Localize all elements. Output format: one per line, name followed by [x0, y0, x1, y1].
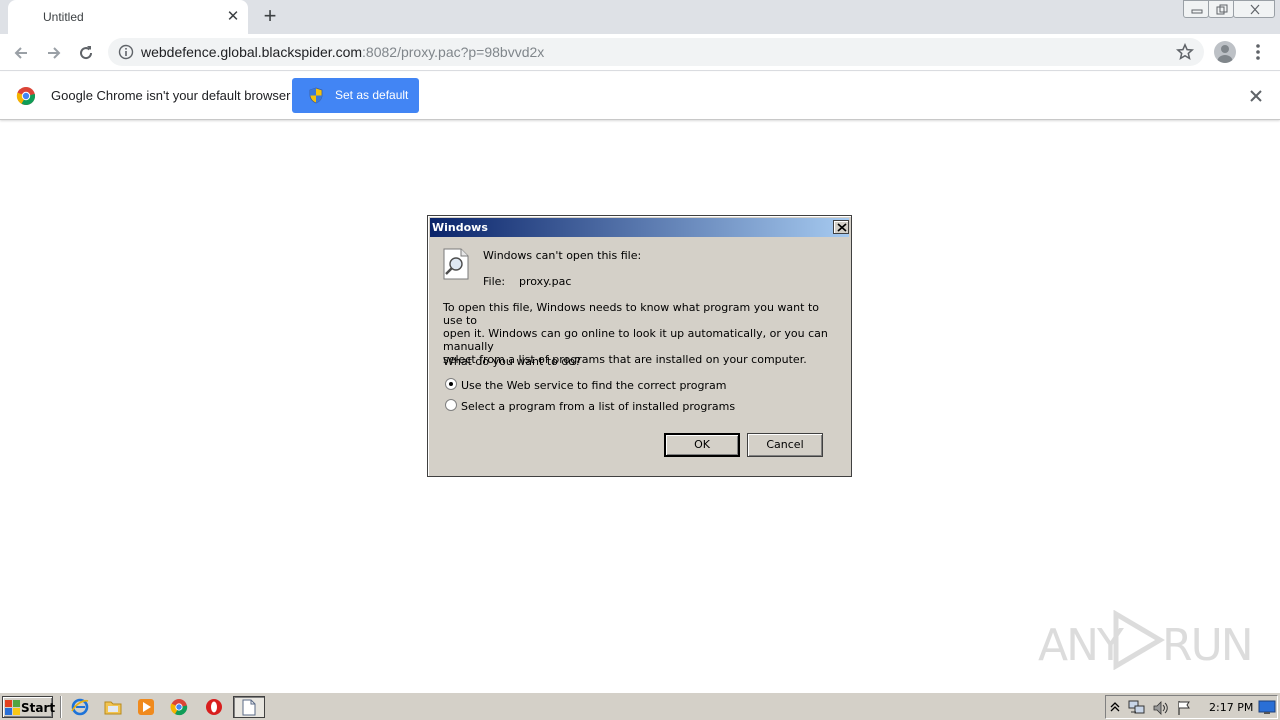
- uac-shield-icon: [309, 87, 323, 104]
- media-player-icon[interactable]: [137, 698, 155, 716]
- dialog-title: Windows: [432, 221, 488, 234]
- open-with-dialog: Windows Windows can't open this file: Fi…: [427, 215, 852, 477]
- file-search-icon: [443, 248, 469, 280]
- dialog-heading: Windows can't open this file:: [483, 249, 642, 262]
- internet-explorer-icon[interactable]: [71, 698, 89, 716]
- address-bar[interactable]: webdefence.global.blackspider.com:8082/p…: [108, 38, 1204, 66]
- new-tab-button[interactable]: +: [258, 5, 282, 29]
- option-web-service-label[interactable]: Use the Web service to find the correct …: [461, 379, 726, 392]
- file-name: proxy.pac: [519, 275, 572, 288]
- infobar-message: Google Chrome isn't your default browser: [51, 88, 291, 103]
- cancel-button[interactable]: Cancel: [747, 433, 823, 457]
- opera-icon[interactable]: [205, 698, 223, 716]
- minimize-button[interactable]: [1183, 0, 1209, 18]
- chevron-up-icon[interactable]: [1110, 701, 1120, 713]
- reload-button[interactable]: [73, 40, 99, 66]
- play-icon: [1113, 610, 1165, 670]
- close-icon[interactable]: [1246, 86, 1266, 106]
- dialog-titlebar[interactable]: Windows: [430, 218, 849, 237]
- arrow-right-icon: [48, 47, 61, 59]
- chrome-taskbar-icon[interactable]: [170, 698, 188, 716]
- back-button[interactable]: [8, 40, 34, 66]
- network-icon[interactable]: [1128, 700, 1146, 716]
- reload-icon: [80, 46, 93, 60]
- tab-title: Untitled: [43, 10, 84, 24]
- show-desktop-icon[interactable]: [1258, 700, 1276, 715]
- url-host: webdefence.global.blackspider.com: [141, 44, 363, 60]
- url-text[interactable]: webdefence.global.blackspider.com:8082/p…: [141, 44, 544, 60]
- info-icon[interactable]: [118, 44, 134, 60]
- folder-icon[interactable]: [104, 698, 122, 716]
- url-path: :8082/proxy.pac?p=98bvvd2x: [362, 44, 545, 60]
- ok-button[interactable]: OK: [664, 433, 740, 457]
- chrome-logo-icon: [16, 87, 36, 106]
- flag-icon[interactable]: [1176, 700, 1192, 716]
- dialog-question: What do you want to do?: [443, 355, 581, 368]
- document-icon: [242, 699, 256, 716]
- tab-strip: Untitled ✕ +: [0, 0, 1280, 34]
- set-as-default-button[interactable]: Set as default: [292, 78, 419, 113]
- browser-toolbar: webdefence.global.blackspider.com:8082/p…: [0, 34, 1280, 71]
- window-close-button[interactable]: [1233, 0, 1275, 18]
- anyrun-watermark: ANY RUN: [1038, 608, 1254, 672]
- radio-select-program[interactable]: [445, 399, 457, 411]
- start-label: Start: [21, 701, 56, 715]
- file-label: File:: [483, 275, 506, 288]
- avatar-icon[interactable]: [1214, 41, 1236, 63]
- tab-active[interactable]: Untitled ✕: [8, 0, 248, 34]
- description-line: To open this file, Windows needs to know…: [443, 301, 819, 327]
- start-button[interactable]: Start: [2, 696, 56, 718]
- more-vert-icon[interactable]: [1250, 42, 1266, 64]
- taskbar: Start 2:17 PM: [0, 692, 1280, 720]
- windows-flag-icon: [5, 700, 20, 715]
- close-icon: [837, 223, 847, 232]
- tab-close-icon[interactable]: ✕: [224, 8, 242, 26]
- system-tray: 2:17 PM: [1105, 695, 1278, 719]
- restore-button[interactable]: [1208, 0, 1234, 18]
- arrow-left-icon: [14, 47, 27, 59]
- star-icon[interactable]: [1176, 43, 1194, 61]
- taskbar-active-window[interactable]: [233, 696, 265, 718]
- option-select-program-label[interactable]: Select a program from a list of installe…: [461, 400, 735, 413]
- taskbar-separator: [60, 696, 62, 718]
- set-as-default-label: Set as default: [335, 88, 409, 102]
- description-line: open it. Windows can go online to look i…: [443, 327, 828, 353]
- radio-web-service[interactable]: [445, 378, 457, 390]
- dialog-close-button[interactable]: [833, 220, 849, 234]
- default-browser-infobar: Google Chrome isn't your default browser…: [0, 72, 1280, 120]
- forward-button[interactable]: [41, 40, 67, 66]
- clock[interactable]: 2:17 PM: [1209, 701, 1253, 714]
- volume-icon[interactable]: [1152, 700, 1170, 716]
- screen: Untitled ✕ + webdefence.global.blackspid…: [0, 0, 1280, 720]
- watermark-right-text: RUN: [1162, 620, 1254, 671]
